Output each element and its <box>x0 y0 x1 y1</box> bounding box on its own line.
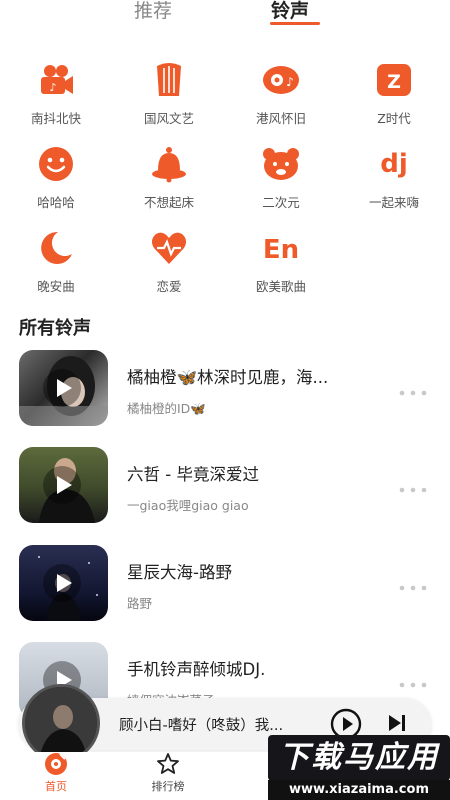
smile-icon <box>36 144 76 184</box>
category-label: 国风文艺 <box>143 111 194 126</box>
more-options-icon[interactable] <box>399 383 427 396</box>
song-title: 六哲 - 毕竟深爱过 <box>127 465 259 484</box>
svg-text:Z: Z <box>387 71 401 93</box>
more-options-icon[interactable] <box>399 480 427 493</box>
category-label: 不想起床 <box>143 195 194 210</box>
svg-text:♪: ♪ <box>286 75 294 89</box>
category-hahaha[interactable]: 哈哈哈 <box>11 144 101 211</box>
category-nandou-beikuai[interactable]: ♪ 南抖北快 <box>11 60 101 127</box>
svg-text:z: z <box>61 239 66 249</box>
skip-next-icon <box>389 715 405 731</box>
mini-player-next-button[interactable] <box>386 712 408 734</box>
song-artist: 路野 <box>127 596 153 611</box>
play-button[interactable] <box>43 369 81 407</box>
home-disc-icon <box>44 752 68 776</box>
z-badge-icon: Z <box>374 60 414 100</box>
heart-pulse-icon <box>149 228 189 268</box>
bear-icon <box>261 144 301 184</box>
category-lianai[interactable]: 恋爱 <box>124 228 214 295</box>
category-label: 晚安曲 <box>37 279 75 294</box>
category-erciyuan[interactable]: 二次元 <box>236 144 326 211</box>
category-label: 恋爱 <box>156 279 182 294</box>
star-icon <box>156 752 180 776</box>
song-cover[interactable] <box>19 545 108 621</box>
svg-text:♪: ♪ <box>49 81 56 94</box>
site-watermark: 下载马应用 www.xiazaima.com <box>268 735 450 800</box>
song-artist: 橘柚橙的ID🦋 <box>127 401 206 416</box>
dj-icon: dj <box>374 144 414 184</box>
nav-ranking-label: 排行榜 <box>151 780 185 793</box>
song-cover[interactable] <box>19 350 108 426</box>
en-icon: En <box>261 228 301 268</box>
section-title: 所有铃声 <box>19 318 91 339</box>
category-yiqi-laihai[interactable]: dj 一起来嗨 <box>349 144 439 211</box>
category-label: 港风怀旧 <box>255 111 306 126</box>
song-title: 手机铃声醉倾城DJ. <box>127 660 266 679</box>
category-label: 二次元 <box>262 195 300 210</box>
song-item[interactable]: 星辰大海-路野 路野 <box>0 545 450 627</box>
record-note-icon: ♪ <box>261 60 301 100</box>
song-cover[interactable] <box>19 447 108 523</box>
song-item[interactable]: 橘柚橙🦋林深时见鹿，海... 橘柚橙的ID🦋 <box>0 350 450 432</box>
more-options-icon[interactable] <box>399 675 427 688</box>
alarm-bell-icon <box>149 144 189 184</box>
more-options-icon[interactable] <box>399 578 427 591</box>
category-gangfeng-huaijiu[interactable]: ♪ 港风怀旧 <box>236 60 326 127</box>
moon-icon: z <box>36 228 76 268</box>
film-camera-icon: ♪ <box>36 60 76 100</box>
song-title: 橘柚橙🦋林深时见鹿，海... <box>127 368 329 387</box>
category-label: 哈哈哈 <box>37 195 75 210</box>
play-button[interactable] <box>43 564 81 602</box>
nav-home[interactable]: 首页 <box>16 752 96 794</box>
nav-ranking[interactable]: 排行榜 <box>128 752 208 794</box>
watermark-url-text: www.xiazaima.com <box>268 780 450 800</box>
category-label: 南抖北快 <box>30 111 81 126</box>
category-z-era[interactable]: Z Z时代 <box>349 60 439 127</box>
svg-text:dj: dj <box>380 149 408 179</box>
song-title: 星辰大海-路野 <box>127 563 232 582</box>
category-label: 一起来嗨 <box>368 195 419 210</box>
svg-text:En: En <box>263 235 299 265</box>
tab-recommend[interactable]: 推荐 <box>134 0 172 23</box>
guzheng-icon <box>149 60 189 100</box>
watermark-main-text: 下载马应用 <box>268 735 450 781</box>
mini-player-title: 顾小白-嗜好（咚鼓）我... <box>119 718 284 734</box>
mini-player-cover[interactable] <box>22 684 100 762</box>
song-artist: 一giao我哩giao giao <box>127 498 249 513</box>
category-buxiang-qichuang[interactable]: 不想起床 <box>124 144 214 211</box>
play-icon <box>57 574 72 592</box>
play-icon <box>57 476 72 494</box>
category-guofeng-wenyi[interactable]: 国风文艺 <box>124 60 214 127</box>
play-icon <box>57 379 72 397</box>
category-label: 欧美歌曲 <box>255 279 306 294</box>
category-label: Z时代 <box>377 111 411 126</box>
top-tabs: 推荐 铃声 <box>0 0 450 30</box>
play-button[interactable] <box>43 466 81 504</box>
song-item[interactable]: 六哲 - 毕竟深爱过 一giao我哩giao giao <box>0 447 450 529</box>
tab-ringtones[interactable]: 铃声 <box>271 0 309 23</box>
category-wanan-qu[interactable]: z 晚安曲 <box>11 228 101 295</box>
nav-home-label: 首页 <box>45 780 67 793</box>
category-oumei-gequ[interactable]: En 欧美歌曲 <box>236 228 326 295</box>
active-tab-indicator <box>270 22 320 25</box>
